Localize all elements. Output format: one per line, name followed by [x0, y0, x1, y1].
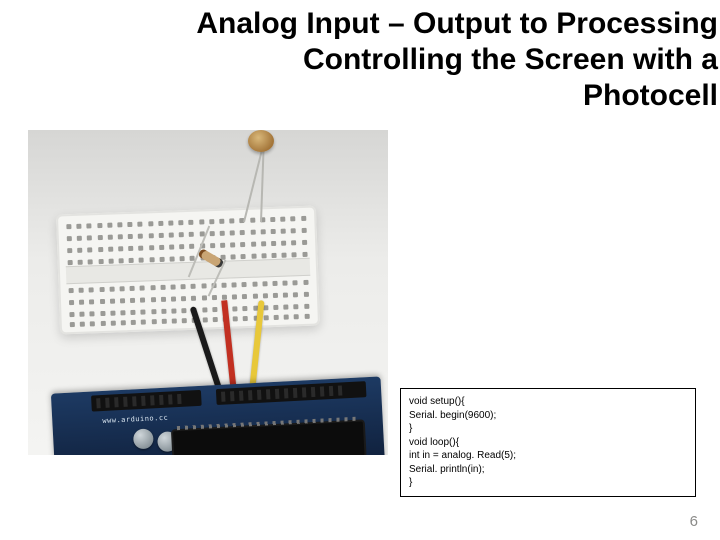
- code-line: Serial. println(in);: [409, 464, 485, 475]
- arduino-board: www.arduino.cc: [51, 376, 385, 455]
- microcontroller-chip: [173, 421, 365, 455]
- title-line-3: Photocell: [0, 78, 718, 114]
- circuit-photo: www.arduino.cc: [28, 130, 388, 455]
- slide-title: Analog Input – Output to Processing Cont…: [0, 0, 720, 114]
- title-line-2: Controlling the Screen with a: [0, 42, 718, 78]
- breadboard: [56, 205, 320, 334]
- capacitor-icon: [133, 428, 154, 449]
- code-line: void loop(){: [409, 437, 459, 448]
- code-line: void setup(){: [409, 396, 465, 407]
- code-line: int in = analog. Read(5);: [409, 450, 516, 461]
- pin-header: [91, 390, 202, 412]
- code-line: Serial. begin(9600);: [409, 410, 496, 421]
- title-line-1: Analog Input – Output to Processing: [0, 6, 718, 42]
- photocell-icon: [248, 130, 274, 152]
- pin-header: [216, 381, 367, 405]
- board-label: www.arduino.cc: [102, 414, 168, 425]
- code-line: }: [409, 423, 412, 434]
- code-line: }: [409, 477, 412, 488]
- page-number: 6: [690, 513, 698, 530]
- code-snippet: void setup(){ Serial. begin(9600); } voi…: [400, 388, 696, 497]
